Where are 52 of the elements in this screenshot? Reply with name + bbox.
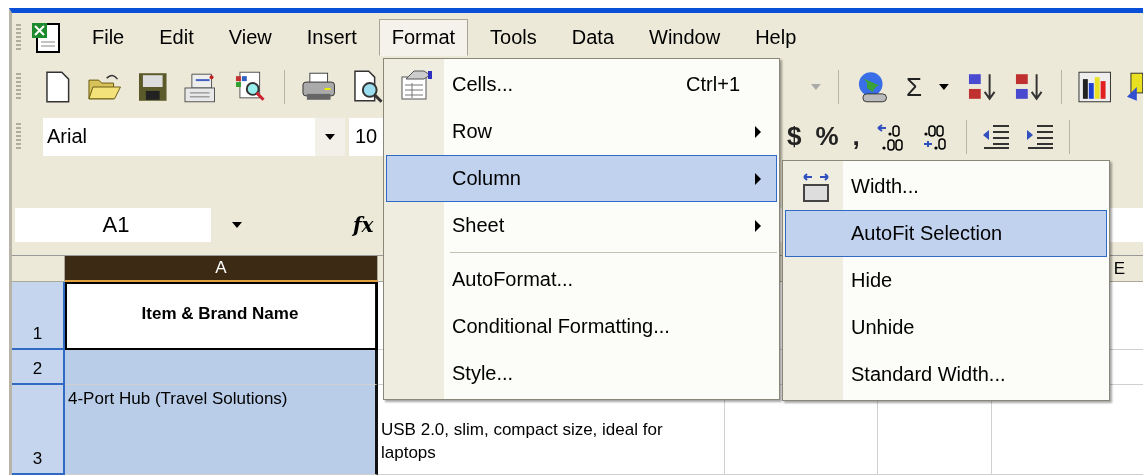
- printer-icon[interactable]: [301, 72, 337, 103]
- font-field[interactable]: Arial: [43, 117, 345, 156]
- caret-icon[interactable]: [231, 220, 243, 229]
- menu-item[interactable]: AutoFormat...: [386, 256, 777, 303]
- submenu-arrow-icon: [754, 171, 762, 186]
- row-header[interactable]: 2: [12, 350, 65, 385]
- submenu-arrow-icon: [754, 124, 762, 139]
- table-cell[interactable]: Item & Brand Name: [65, 282, 378, 350]
- function-label[interactable]: fx: [353, 212, 383, 237]
- font-name: Arial: [46, 125, 88, 149]
- menu-bar-item[interactable]: Edit: [146, 19, 207, 57]
- row-header[interactable]: 3: [12, 385, 65, 475]
- bar-chart-icon[interactable]: [1077, 71, 1112, 104]
- menu-bar-item[interactable]: View: [215, 19, 285, 57]
- print-preview-icon[interactable]: [352, 70, 385, 105]
- menu-item[interactable]: Row: [386, 108, 777, 155]
- comma-style-button[interactable]: ,: [852, 121, 860, 153]
- disabled-caret-icon: [809, 83, 822, 92]
- drawing-icon[interactable]: [1127, 71, 1143, 104]
- caret-icon[interactable]: [938, 83, 950, 92]
- menu-bar-item[interactable]: Data: [558, 19, 628, 57]
- shortcut-label: Ctrl+1: [686, 73, 741, 96]
- name-box[interactable]: A1: [15, 207, 211, 242]
- table-cell[interactable]: [65, 350, 378, 385]
- menu-item[interactable]: Standard Width...: [785, 351, 1107, 398]
- menu-bar-item[interactable]: Tools: [477, 19, 550, 57]
- menu-bar-item[interactable]: Format: [378, 19, 469, 57]
- menu-item[interactable]: AutoFit Selection: [785, 210, 1107, 257]
- column-width-icon: [802, 170, 830, 203]
- font-size: 10: [354, 125, 379, 149]
- menu-bar-item[interactable]: Window: [636, 19, 734, 57]
- column-header[interactable]: A: [65, 256, 378, 282]
- menu-bar-item[interactable]: Insert: [293, 19, 370, 57]
- table-cell[interactable]: 4-Port Hub (Travel Solutions): [65, 385, 378, 475]
- menu-item[interactable]: Sheet: [386, 202, 777, 249]
- currency-style-button[interactable]: $: [787, 121, 802, 153]
- increase-indent-icon[interactable]: [1024, 122, 1055, 151]
- menu-item[interactable]: Width...: [785, 163, 1107, 210]
- submenu-arrow-icon: [754, 218, 762, 233]
- format-cells-icon: [400, 68, 434, 101]
- autosum-button[interactable]: Σ: [906, 71, 923, 103]
- caret-icon[interactable]: [324, 132, 336, 141]
- new-document-icon[interactable]: [45, 71, 71, 104]
- row-header[interactable]: 1: [12, 282, 65, 350]
- menu-item[interactable]: Conditional Formatting...: [386, 303, 777, 350]
- menu-item[interactable]: Hide: [785, 257, 1107, 304]
- menu-item[interactable]: Unhide: [785, 304, 1107, 351]
- percent-style-button[interactable]: %: [815, 121, 839, 153]
- menu-bar-item[interactable]: File: [79, 19, 138, 57]
- menu-item[interactable]: Column: [386, 155, 777, 202]
- menu-bar-item[interactable]: Help: [742, 19, 810, 57]
- menu-item[interactable]: Cells... Ctrl+1: [386, 61, 777, 108]
